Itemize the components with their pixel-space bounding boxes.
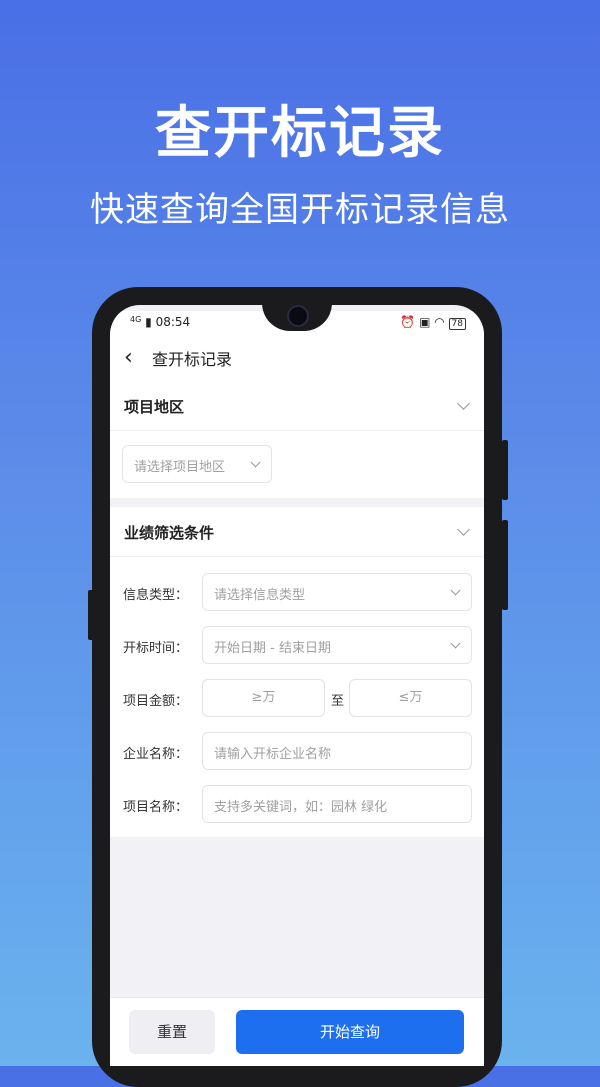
battery-level: 78 xyxy=(451,319,463,329)
project-input[interactable]: 支持多关键词，如：园林 绿化 xyxy=(202,785,472,823)
status-left: 4G ▮ 08:54 xyxy=(130,315,190,329)
company-input[interactable]: 请输入开标企业名称 xyxy=(202,732,472,770)
battery-icon: 78 xyxy=(448,318,466,330)
filter-section: 业绩筛选条件 信息类型： 请选择信息类型 开标时间： 开始日期 - 结束日期 项… xyxy=(110,507,484,837)
chevron-down-icon xyxy=(457,523,470,536)
company-label: 企业名称： xyxy=(123,747,189,762)
bid-time-label: 开标时间： xyxy=(123,641,189,656)
region-select-placeholder: 请选择项目地区 xyxy=(134,460,226,475)
alarm-icon: ⏰ xyxy=(400,315,416,329)
chevron-down-icon xyxy=(457,397,470,410)
info-type-placeholder: 请选择信息类型 xyxy=(214,588,306,603)
bid-time-placeholder: 开始日期 - 结束日期 xyxy=(214,641,331,656)
page-title: 查开标记录 xyxy=(152,350,233,369)
amount-label: 项目金额： xyxy=(123,694,189,709)
chevron-down-icon xyxy=(450,585,461,596)
status-right: ⏰ ▣ ◠ 78 xyxy=(400,315,466,330)
phone-side-button xyxy=(88,590,94,640)
amount-min-placeholder: ≥万 xyxy=(251,690,276,705)
project-placeholder: 支持多关键词，如：园林 绿化 xyxy=(214,800,388,815)
phone-screen: 4G ▮ 08:54 ⏰ ▣ ◠ 78 ‹ 查开标记录 项目地区 请选择项目地区 xyxy=(110,305,484,1066)
vibrate-icon: ▣ xyxy=(419,315,431,329)
promo-subtitle: 快速查询全国开标记录信息 xyxy=(90,190,510,230)
signal-icon: ▮ xyxy=(145,315,152,329)
camera-icon xyxy=(287,305,309,327)
region-section-label: 项目地区 xyxy=(124,398,185,416)
info-type-label: 信息类型： xyxy=(123,588,189,603)
back-icon[interactable]: ‹ xyxy=(124,345,133,370)
chevron-down-icon xyxy=(450,638,461,649)
filter-section-header[interactable]: 业绩筛选条件 xyxy=(110,507,484,557)
filter-section-label: 业绩筛选条件 xyxy=(124,524,215,542)
status-time: 08:54 xyxy=(155,315,191,329)
amount-min-input[interactable]: ≥万 xyxy=(202,679,325,717)
chevron-down-icon xyxy=(250,457,261,468)
bottom-action-bar: 重置 开始查询 xyxy=(110,997,484,1066)
wifi-icon: ◠ xyxy=(434,315,445,329)
bid-time-select[interactable]: 开始日期 - 结束日期 xyxy=(202,626,472,664)
nav-bar: ‹ 查开标记录 xyxy=(110,333,484,381)
region-section-header[interactable]: 项目地区 xyxy=(110,381,484,431)
network-label: 4G xyxy=(130,315,142,324)
region-select[interactable]: 请选择项目地区 xyxy=(122,445,272,483)
info-type-select[interactable]: 请选择信息类型 xyxy=(202,573,472,611)
amount-max-placeholder: ≤万 xyxy=(398,690,423,705)
amount-max-input[interactable]: ≤万 xyxy=(349,679,472,717)
phone-side-button xyxy=(502,440,508,500)
company-placeholder: 请输入开标企业名称 xyxy=(214,747,332,762)
promo-title: 查开标记录 xyxy=(155,101,445,166)
amount-to-label: 至 xyxy=(331,694,345,709)
reset-button[interactable]: 重置 xyxy=(129,1010,215,1054)
project-label: 项目名称： xyxy=(123,800,189,815)
region-section: 项目地区 请选择项目地区 xyxy=(110,381,484,498)
phone-side-button xyxy=(502,520,508,610)
query-button[interactable]: 开始查询 xyxy=(236,1010,464,1054)
